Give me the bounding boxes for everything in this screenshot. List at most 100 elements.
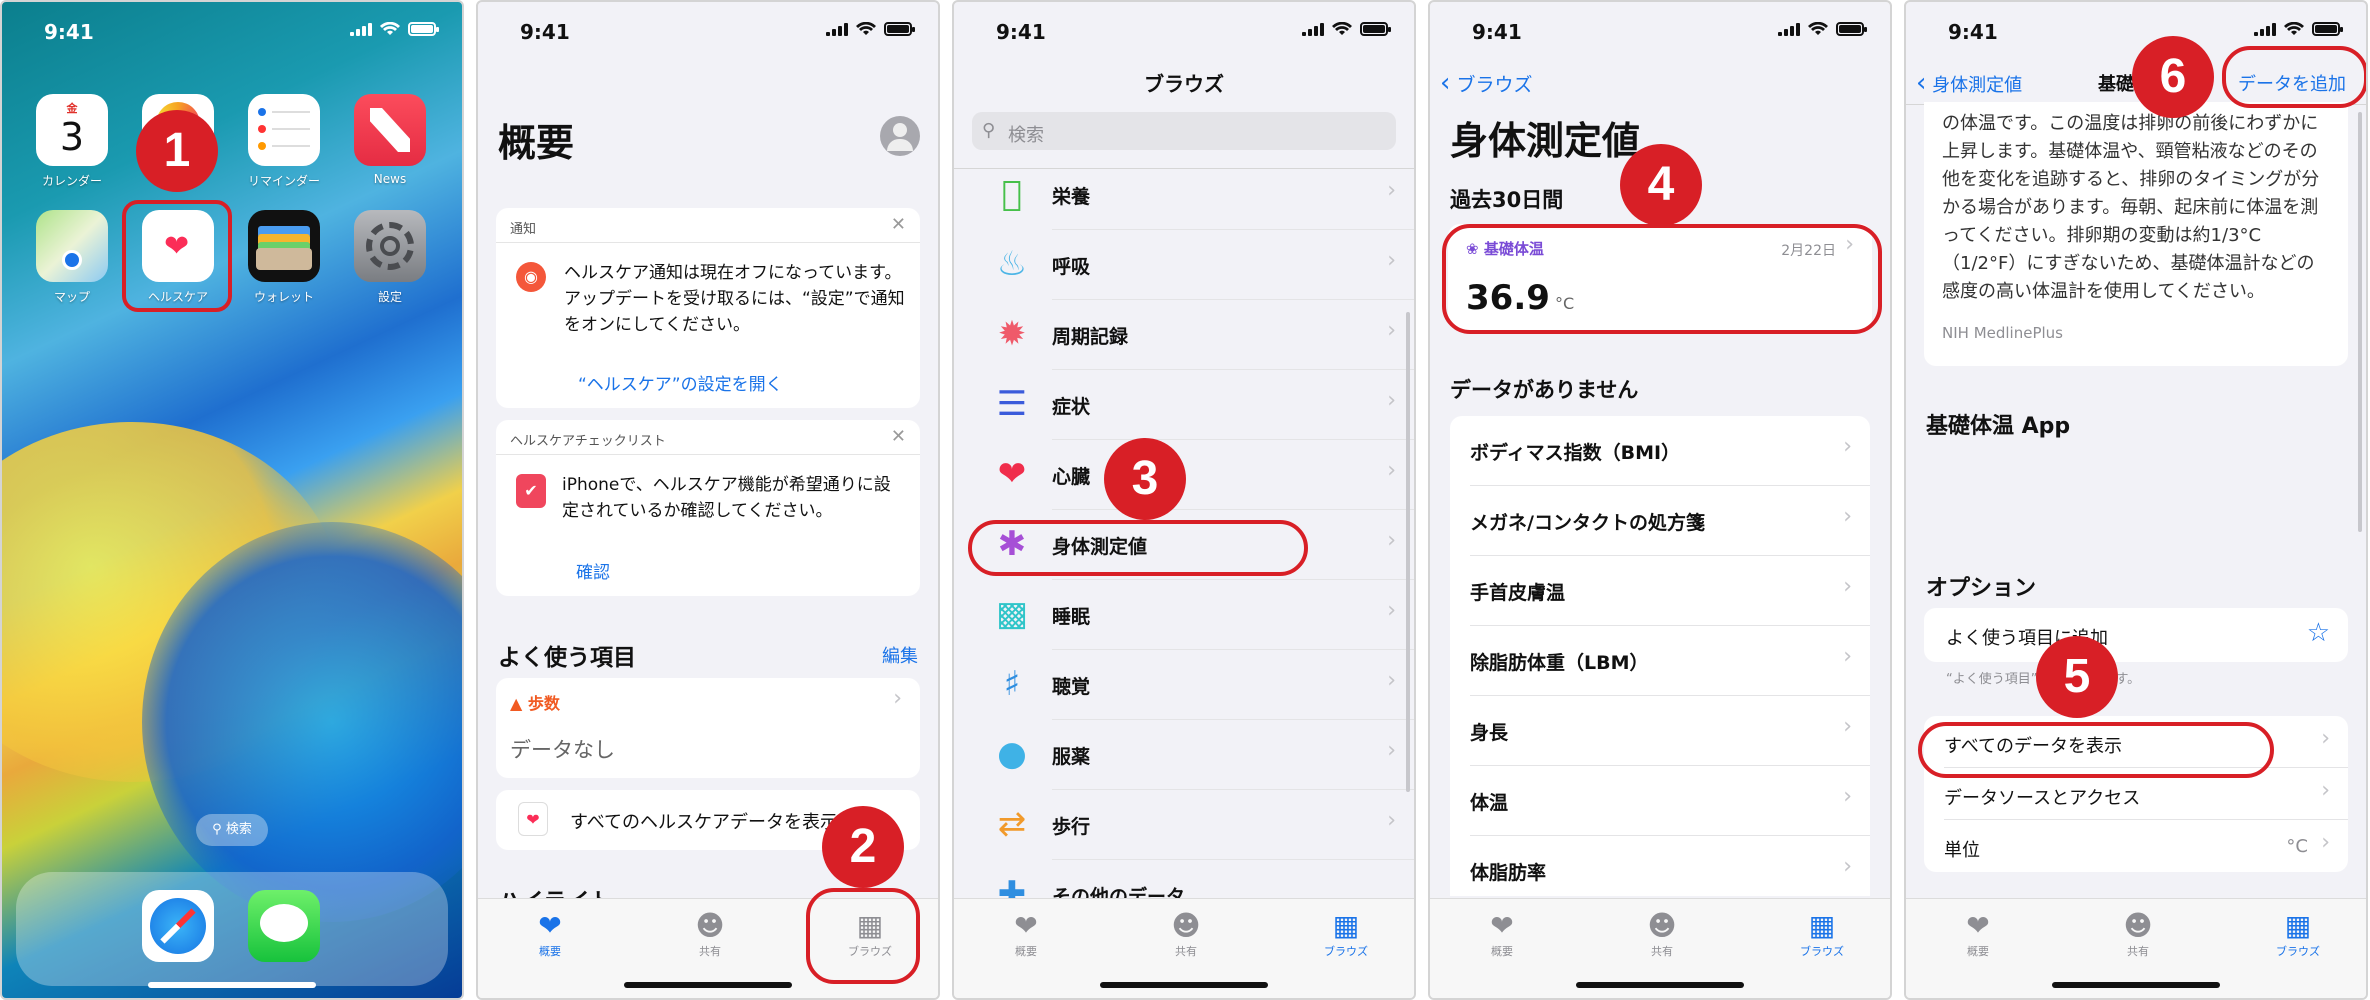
step-badge: 5 xyxy=(2036,636,2118,718)
category-sleep[interactable]: ▩ 睡眠 › xyxy=(954,580,1414,650)
edit-favorites-button[interactable]: 編集 xyxy=(882,642,918,668)
apple-icon:  xyxy=(990,172,1034,216)
body-measurements-highlight xyxy=(968,520,1308,576)
tab-sharing[interactable]: ☻ 共有 xyxy=(670,909,750,959)
wifi-icon xyxy=(856,22,876,35)
tab-sharing[interactable]: ☻ 共有 xyxy=(1622,909,1702,959)
category-label: 周期記録 xyxy=(1052,326,1129,348)
tab-browse[interactable]: ▦ ブラウズ xyxy=(2258,909,2338,959)
close-icon[interactable]: ✕ xyxy=(891,426,906,447)
chevron-right-icon: › xyxy=(1387,388,1396,413)
back-button[interactable]: ‹ 身体測定値 xyxy=(1916,68,2022,98)
tab-summary[interactable]: ❤ 概要 xyxy=(510,909,590,959)
measurement-label: 体脂肪率 xyxy=(1470,862,1547,884)
status-time: 9:41 xyxy=(44,20,94,44)
back-label: ブラウズ xyxy=(1456,74,1533,96)
app-reminders[interactable]: リマインダー xyxy=(248,94,320,189)
category-cycle-tracking[interactable]: ✹ 周期記録 › xyxy=(954,300,1414,370)
favorites-title: よく使う項目 xyxy=(498,645,636,671)
chevron-right-icon: › xyxy=(2321,778,2330,803)
search-field[interactable]: ⚲ 検索 xyxy=(972,112,1396,150)
category-respiratory[interactable]: ♨ 呼吸 › xyxy=(954,230,1414,300)
measurement-body-fat[interactable]: 体脂肪率 › xyxy=(1450,836,1870,896)
measurement-lbm[interactable]: 除脂肪体重（LBM） › xyxy=(1450,626,1870,696)
home-indicator xyxy=(1576,982,1744,988)
card-header: ヘルスケアチェックリスト xyxy=(510,434,666,449)
wallet-icon xyxy=(248,210,320,282)
heart-icon: ❤ xyxy=(1966,909,1990,942)
chevron-left-icon: ‹ xyxy=(1440,68,1451,98)
tab-summary[interactable]: ❤ 概要 xyxy=(1938,909,2018,959)
tab-sharing[interactable]: ☻ 共有 xyxy=(1146,909,1226,959)
ear-icon: ♯ xyxy=(1003,664,1021,704)
tab-label: 共有 xyxy=(2127,945,2149,958)
category-mobility[interactable]: ⇄ 歩行 › xyxy=(954,790,1414,860)
tab-browse[interactable]: ▦ ブラウズ xyxy=(1306,909,1386,959)
category-label: 症状 xyxy=(1052,396,1091,418)
signal-icon xyxy=(2254,22,2276,36)
category-symptoms[interactable]: ☰ 症状 › xyxy=(954,370,1414,440)
home-indicator xyxy=(2052,982,2220,988)
status-bar: 9:41 xyxy=(954,2,1414,58)
chevron-right-icon: › xyxy=(1387,738,1396,763)
steps-card[interactable]: ▲ 歩数 › データなし xyxy=(496,678,920,778)
tab-browse[interactable]: ▦ ブラウズ xyxy=(1782,909,1862,959)
add-favorite-row[interactable]: よく使う項目に追加 ☆ xyxy=(1924,608,2348,662)
spotlight-search[interactable]: ⚲ 検索 xyxy=(196,814,268,846)
safari-icon[interactable] xyxy=(142,890,214,962)
step-badge: 1 xyxy=(136,110,218,192)
measurement-height[interactable]: 身長 › xyxy=(1450,696,1870,766)
close-icon[interactable]: ✕ xyxy=(891,214,906,235)
app-news[interactable]: News xyxy=(354,94,426,186)
back-button[interactable]: ‹ ブラウズ xyxy=(1440,68,1532,98)
measurement-body-temp[interactable]: 体温 › xyxy=(1450,766,1870,836)
tab-summary[interactable]: ❤ 概要 xyxy=(1462,909,1542,959)
category-other[interactable]: ✚ その他のデータ xyxy=(954,860,1414,900)
app-calendar[interactable]: 金 3 カレンダー xyxy=(36,94,108,189)
scrollbar[interactable] xyxy=(1406,312,1410,792)
calendar-weekday: 金 xyxy=(66,102,78,115)
tab-label: 共有 xyxy=(1651,945,1673,958)
app-maps[interactable]: マップ xyxy=(36,210,108,305)
measurement-label: 手首皮膚温 xyxy=(1470,582,1566,604)
measurement-prescription[interactable]: メガネ/コンタクトの処方箋 › xyxy=(1450,486,1870,556)
measurement-bmi[interactable]: ボディマス指数（BMI） › xyxy=(1450,416,1870,486)
page-title: ブラウズ xyxy=(1144,72,1224,96)
star-icon[interactable]: ☆ xyxy=(2307,618,2330,648)
measurement-label: メガネ/コンタクトの処方箋 xyxy=(1470,512,1705,534)
app-wallet[interactable]: ウォレット xyxy=(248,210,320,305)
chevron-left-icon: ‹ xyxy=(1916,68,1927,98)
heart-icon: ❤ xyxy=(1490,909,1514,942)
chevron-right-icon: › xyxy=(1387,668,1396,693)
category-medications[interactable]: ● 服薬 › xyxy=(954,720,1414,790)
chevron-right-icon: › xyxy=(2321,726,2330,751)
battery-icon xyxy=(1360,22,1391,36)
battery-icon xyxy=(884,22,915,36)
messages-icon[interactable] xyxy=(248,890,320,962)
scrollbar[interactable] xyxy=(2358,112,2362,532)
no-data-list: ボディマス指数（BMI） › メガネ/コンタクトの処方箋 › 手首皮膚温 › 除脂肪体… xyxy=(1450,416,1870,896)
tab-summary[interactable]: ❤ 概要 xyxy=(986,909,1066,959)
battery-icon xyxy=(408,22,439,36)
open-settings-link[interactable]: “ヘルスケア”の設定を開く xyxy=(578,370,783,395)
all-data-label: すべてのヘルスケアデータを表示 xyxy=(570,812,839,833)
category-hearing[interactable]: ♯ 聴覚 › xyxy=(954,650,1414,720)
review-link[interactable]: 確認 xyxy=(576,558,610,583)
chevron-right-icon: › xyxy=(1387,528,1396,553)
arrows-icon: ⇄ xyxy=(997,804,1027,844)
steps-value: データなし xyxy=(510,738,615,762)
app-settings[interactable]: 設定 xyxy=(354,210,426,305)
home-screen: 9:41 金 3 カレンダー リマインダー News マップ ❤ ヘルスケア ウ… xyxy=(0,0,464,1000)
category-nutrition[interactable]:  栄養 › xyxy=(954,160,1414,230)
wifi-icon xyxy=(1332,22,1352,35)
people-icon: ☻ xyxy=(1171,909,1201,942)
status-bar: 9:41 xyxy=(2,2,462,58)
status-bar: 9:41 xyxy=(478,2,938,58)
profile-avatar[interactable] xyxy=(880,116,920,156)
units-row[interactable]: 単位 °C › xyxy=(1924,820,2348,872)
chevron-right-icon: › xyxy=(1843,434,1852,459)
maps-icon xyxy=(36,210,108,282)
home-indicator xyxy=(1100,982,1268,988)
measurement-wrist-temp[interactable]: 手首皮膚温 › xyxy=(1450,556,1870,626)
tab-sharing[interactable]: ☻ 共有 xyxy=(2098,909,2178,959)
